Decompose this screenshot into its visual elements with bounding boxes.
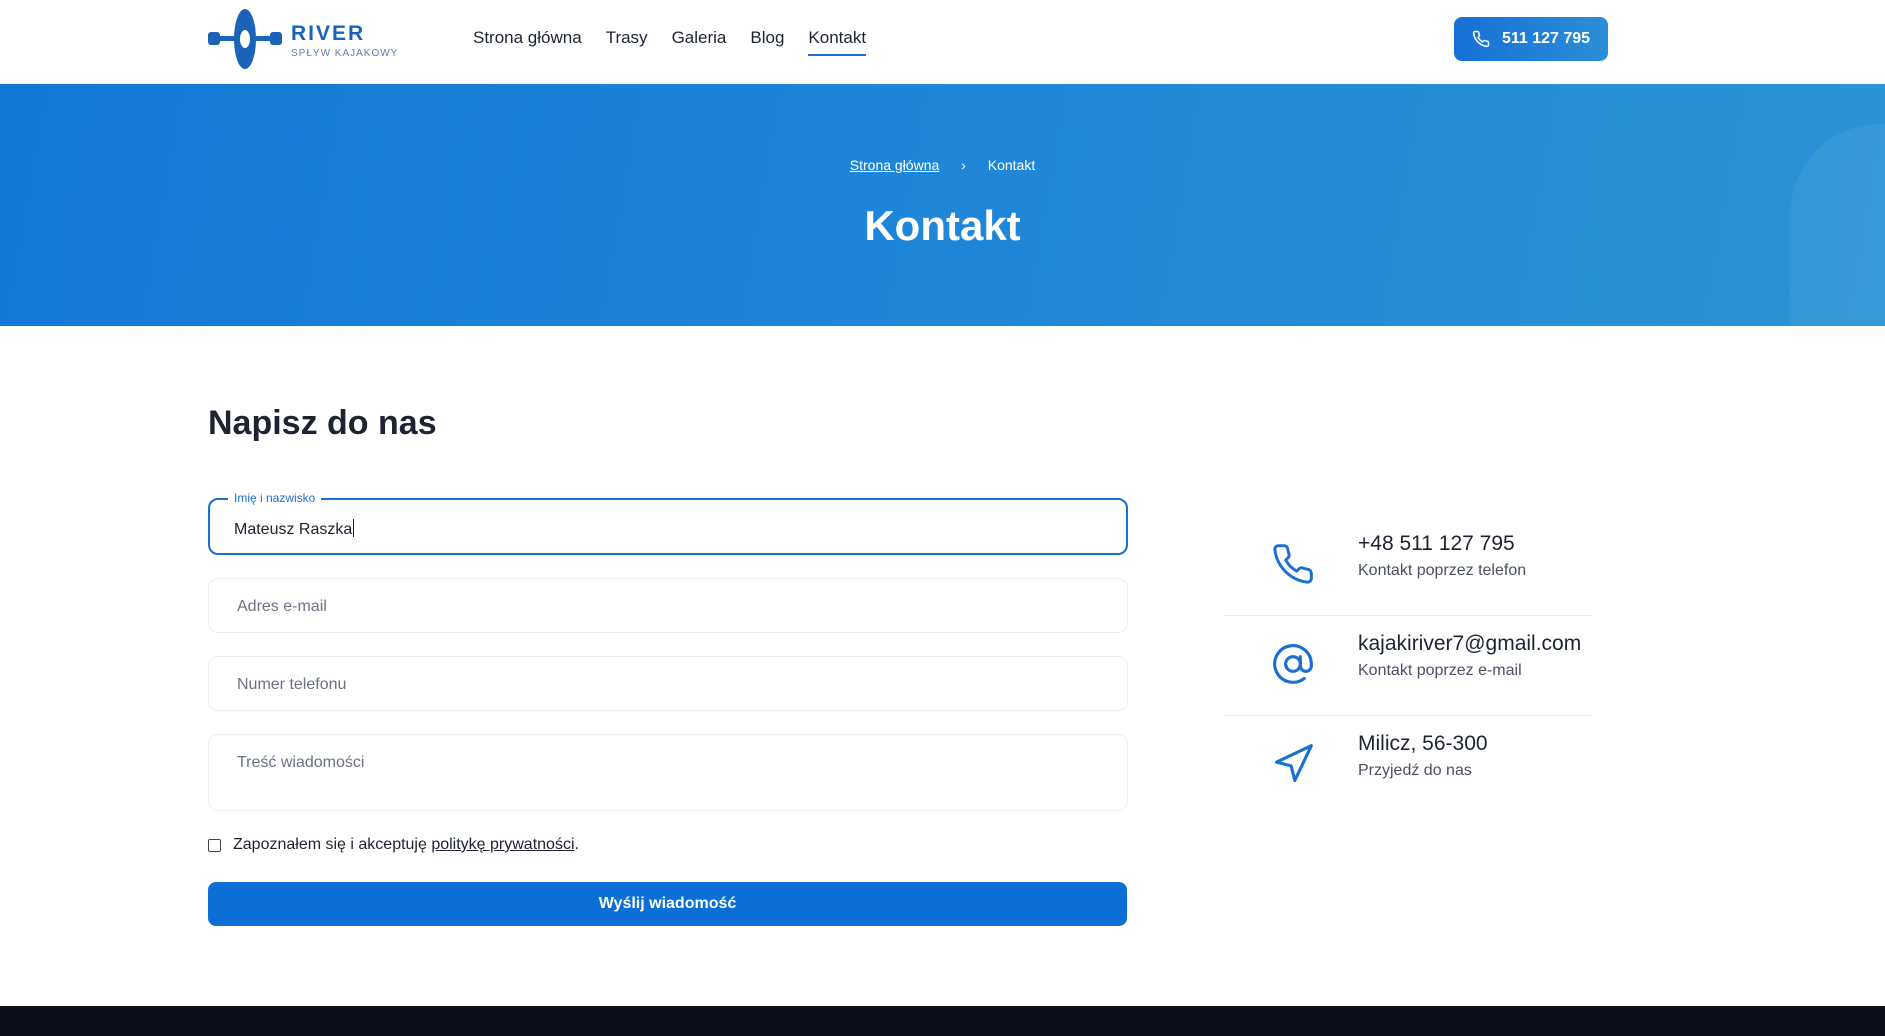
- contact-email-caption: Kontakt poprzez e-mail: [1358, 662, 1522, 679]
- contact-address-caption: Przyjedź do nas: [1358, 762, 1472, 779]
- kayak-logo-icon: [208, 9, 282, 69]
- email-field[interactable]: Adres e-mail: [208, 578, 1128, 633]
- header-phone-label: 511 127 795: [1501, 30, 1591, 47]
- contact-email-value: kajakiriver7@gmail.com: [1358, 632, 1582, 655]
- navigation-arrow-icon: [1274, 744, 1313, 783]
- name-field[interactable]: Imię i nazwisko Mateusz Raszka: [208, 491, 1128, 555]
- contact-address-value: Milicz, 56-300: [1358, 732, 1488, 755]
- message-field-placeholder: Treść wiadomości: [237, 754, 365, 771]
- site-logo[interactable]: RIVER SPŁYW KAJAKOWY: [207, 8, 397, 70]
- breadcrumb-current: Kontakt: [987, 157, 1036, 173]
- header-phone-button[interactable]: 511 127 795: [1454, 17, 1608, 61]
- name-field-value: Mateusz Raszka: [234, 521, 353, 538]
- phone-icon: [1472, 30, 1490, 48]
- main-nav: Strona główna Trasy Galeria Blog Kontakt: [473, 28, 890, 56]
- message-field[interactable]: Treść wiadomości: [208, 734, 1128, 811]
- phone-field-placeholder: Numer telefonu: [237, 676, 347, 693]
- nav-routes[interactable]: Trasy: [606, 28, 648, 56]
- page-title: Kontakt: [864, 202, 1021, 249]
- contact-address[interactable]: Milicz, 56-300 Przyjedź do nas: [1224, 716, 1592, 816]
- at-sign-icon: [1273, 644, 1313, 684]
- contact-phone-caption: Kontakt poprzez telefon: [1358, 562, 1527, 579]
- contact-phone[interactable]: +48 511 127 795 Kontakt poprzez telefon: [1224, 516, 1592, 616]
- site-header: RIVER SPŁYW KAJAKOWY Strona główna Trasy…: [0, 0, 1885, 84]
- page-hero: Strona główna › Kontakt Kontakt: [0, 84, 1885, 326]
- submit-button[interactable]: Wyślij wiadomość: [208, 882, 1127, 926]
- logo-title: RIVER: [291, 22, 366, 45]
- name-field-label: Imię i nazwisko: [228, 491, 322, 505]
- phone-field[interactable]: Numer telefonu: [208, 656, 1128, 711]
- privacy-consent: Zapoznałem się i akceptuję politykę pryw…: [208, 836, 579, 854]
- breadcrumb-home-link[interactable]: Strona główna: [850, 157, 940, 173]
- form-title: Napisz do nas: [208, 404, 437, 442]
- contact-phone-value: +48 511 127 795: [1358, 532, 1515, 555]
- nav-blog[interactable]: Blog: [750, 28, 784, 56]
- breadcrumb: Strona główna › Kontakt: [0, 157, 1885, 173]
- nav-home[interactable]: Strona główna: [473, 28, 582, 56]
- email-field-placeholder: Adres e-mail: [237, 598, 327, 615]
- privacy-checkbox[interactable]: [208, 838, 221, 852]
- privacy-policy-link[interactable]: politykę prywatności: [431, 836, 574, 854]
- chevron-right-icon: ›: [961, 157, 966, 173]
- site-footer: [0, 1006, 1885, 1036]
- phone-icon: [1273, 544, 1313, 584]
- nav-contact[interactable]: Kontakt: [808, 28, 867, 56]
- nav-gallery[interactable]: Galeria: [672, 28, 727, 56]
- logo-subtitle: SPŁYW KAJAKOWY: [291, 48, 399, 59]
- consent-suffix: .: [574, 836, 579, 853]
- contact-email[interactable]: kajakiriver7@gmail.com Kontakt poprzez e…: [1224, 616, 1592, 716]
- consent-text: Zapoznałem się i akceptuję: [233, 836, 432, 853]
